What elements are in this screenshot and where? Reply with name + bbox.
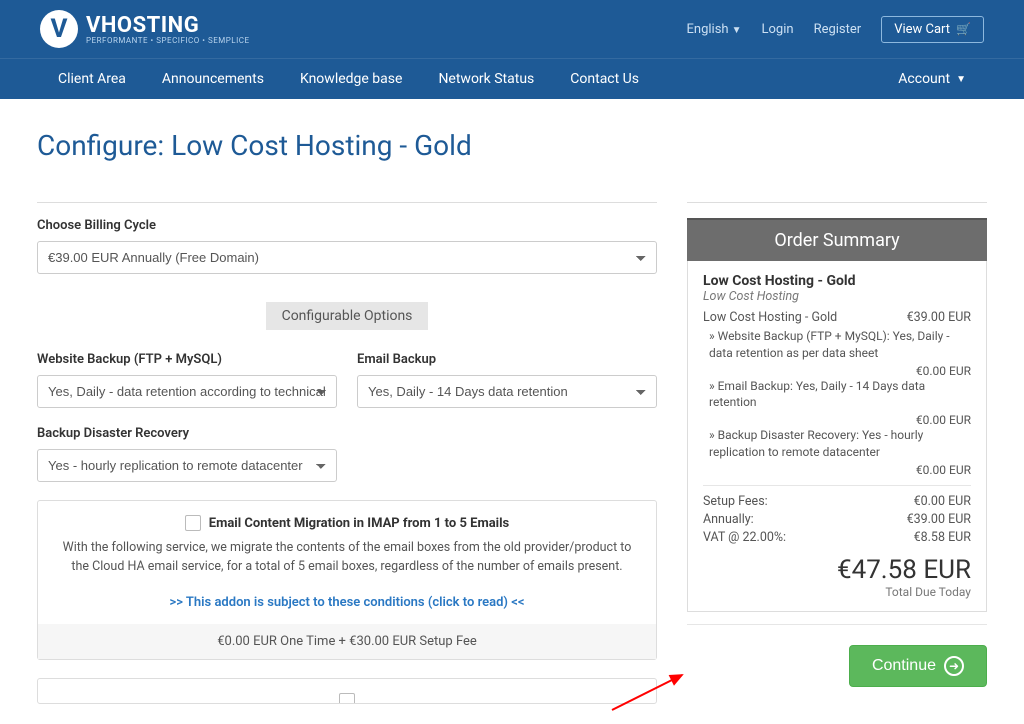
disaster-recovery-label: Backup Disaster Recovery [37, 426, 337, 441]
login-link[interactable]: Login [762, 22, 794, 37]
nav-client-area[interactable]: Client Area [40, 59, 144, 99]
summary-category: Low Cost Hosting [703, 289, 971, 304]
config-options-header: Configurable Options [37, 302, 657, 330]
annotation-arrow [607, 670, 697, 720]
summary-disaster-recovery: » Backup Disaster Recovery: Yes - hourly… [703, 427, 971, 461]
email-backup-label: Email Backup [357, 352, 657, 367]
email-backup-select[interactable]: Yes, Daily - 14 Days data retention [357, 375, 657, 408]
addon-checkbox-2[interactable] [339, 693, 355, 704]
disaster-recovery-select[interactable]: Yes - hourly replication to remote datac… [37, 449, 337, 482]
arrow-right-circle-icon: ➜ [944, 656, 964, 676]
nav-announcements[interactable]: Announcements [144, 59, 282, 99]
addon-checkbox[interactable] [185, 515, 201, 531]
addon-box-2 [37, 678, 657, 704]
summary-product: Low Cost Hosting - Gold [703, 273, 971, 289]
total-amount: €47.58 EUR [703, 555, 971, 585]
view-cart-button[interactable]: View Cart 🛒 [881, 16, 984, 43]
brand-name: VHOSTING [86, 13, 199, 38]
register-link[interactable]: Register [814, 22, 862, 37]
addon-box: Email Content Migration in IMAP from 1 t… [37, 500, 657, 660]
order-summary-header: Order Summary [687, 218, 987, 261]
nav-network-status[interactable]: Network Status [420, 59, 552, 99]
continue-button[interactable]: Continue ➜ [849, 645, 987, 687]
billing-cycle-select[interactable]: €39.00 EUR Annually (Free Domain) [37, 241, 657, 274]
nav-knowledge-base[interactable]: Knowledge base [282, 59, 420, 99]
website-backup-select[interactable]: Yes, Daily - data retention according to… [37, 375, 337, 408]
caret-down-icon: ▼ [956, 74, 966, 85]
website-backup-label: Website Backup (FTP + MySQL) [37, 352, 337, 367]
logo-icon: V [40, 10, 78, 48]
brand-tagline: PERFORMANTE • SPECIFICO • SEMPLICE [86, 36, 250, 45]
addon-title: Email Content Migration in IMAP from 1 t… [209, 516, 509, 531]
caret-down-icon: ▼ [732, 25, 742, 36]
main-nav: Client Area Announcements Knowledge base… [0, 58, 1024, 99]
billing-cycle-label: Choose Billing Cycle [37, 218, 657, 233]
page-title: Configure: Low Cost Hosting - Gold [37, 129, 987, 162]
summary-backup-ftp: » Website Backup (FTP + MySQL): Yes, Dai… [703, 328, 971, 362]
summary-email-backup: » Email Backup: Yes, Daily - 14 Days dat… [703, 378, 971, 412]
addon-description: With the following service, we migrate t… [58, 539, 636, 577]
language-dropdown[interactable]: English▼ [687, 22, 742, 37]
nav-contact-us[interactable]: Contact Us [552, 59, 657, 99]
topbar: V VHOSTING PERFORMANTE • SPECIFICO • SEM… [0, 0, 1024, 58]
account-dropdown[interactable]: Account ▼ [880, 59, 984, 99]
logo[interactable]: V VHOSTING PERFORMANTE • SPECIFICO • SEM… [40, 10, 250, 48]
order-summary: Low Cost Hosting - Gold Low Cost Hosting… [687, 261, 987, 612]
cart-icon: 🛒 [956, 22, 971, 36]
addon-price: €0.00 EUR One Time + €30.00 EUR Setup Fe… [38, 624, 656, 659]
